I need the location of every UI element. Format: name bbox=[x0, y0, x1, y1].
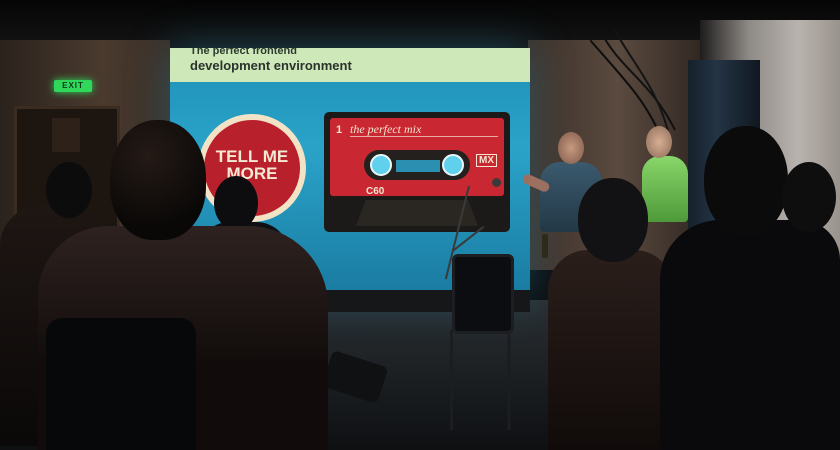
audience-member-4-head bbox=[578, 178, 648, 262]
audience-member-1-head bbox=[110, 120, 206, 240]
speaker-right-head bbox=[646, 126, 672, 158]
audience-member-4 bbox=[548, 250, 674, 450]
microphone-icon bbox=[492, 178, 501, 187]
badge-text: TELL ME MORE bbox=[215, 147, 289, 183]
cassette-title: the perfect mix bbox=[350, 122, 422, 136]
empty-chair bbox=[452, 254, 514, 334]
exit-sign: EXIT bbox=[54, 80, 92, 92]
cassette-label-line bbox=[350, 136, 498, 137]
cassette-side-number: 1 bbox=[336, 124, 343, 136]
door-notice bbox=[52, 118, 80, 152]
chair-legs bbox=[446, 330, 516, 430]
audience-member-3-head bbox=[46, 162, 92, 218]
photo-scene: EXIT The perfect frontend development en… bbox=[0, 0, 840, 450]
slide-title-line-2: development environment bbox=[190, 58, 352, 73]
speaker-right-body bbox=[642, 156, 688, 222]
left-reel-icon bbox=[370, 154, 392, 176]
hanging-cables bbox=[590, 30, 676, 140]
cassette-type: C60 bbox=[366, 186, 385, 197]
tape-strip bbox=[396, 160, 440, 172]
slide-title-line-1: The perfect frontend bbox=[190, 48, 297, 57]
right-reel-icon bbox=[442, 154, 464, 176]
cassette-brand: MX bbox=[476, 154, 497, 167]
audience-member-2-head bbox=[214, 176, 258, 230]
foreground-chair bbox=[46, 318, 196, 450]
audience-member-6-head bbox=[782, 162, 836, 232]
audience-member-5-head bbox=[704, 126, 788, 236]
water-bottle bbox=[542, 234, 548, 258]
audience-member-5 bbox=[660, 220, 840, 450]
speaker-left-head bbox=[558, 132, 584, 164]
